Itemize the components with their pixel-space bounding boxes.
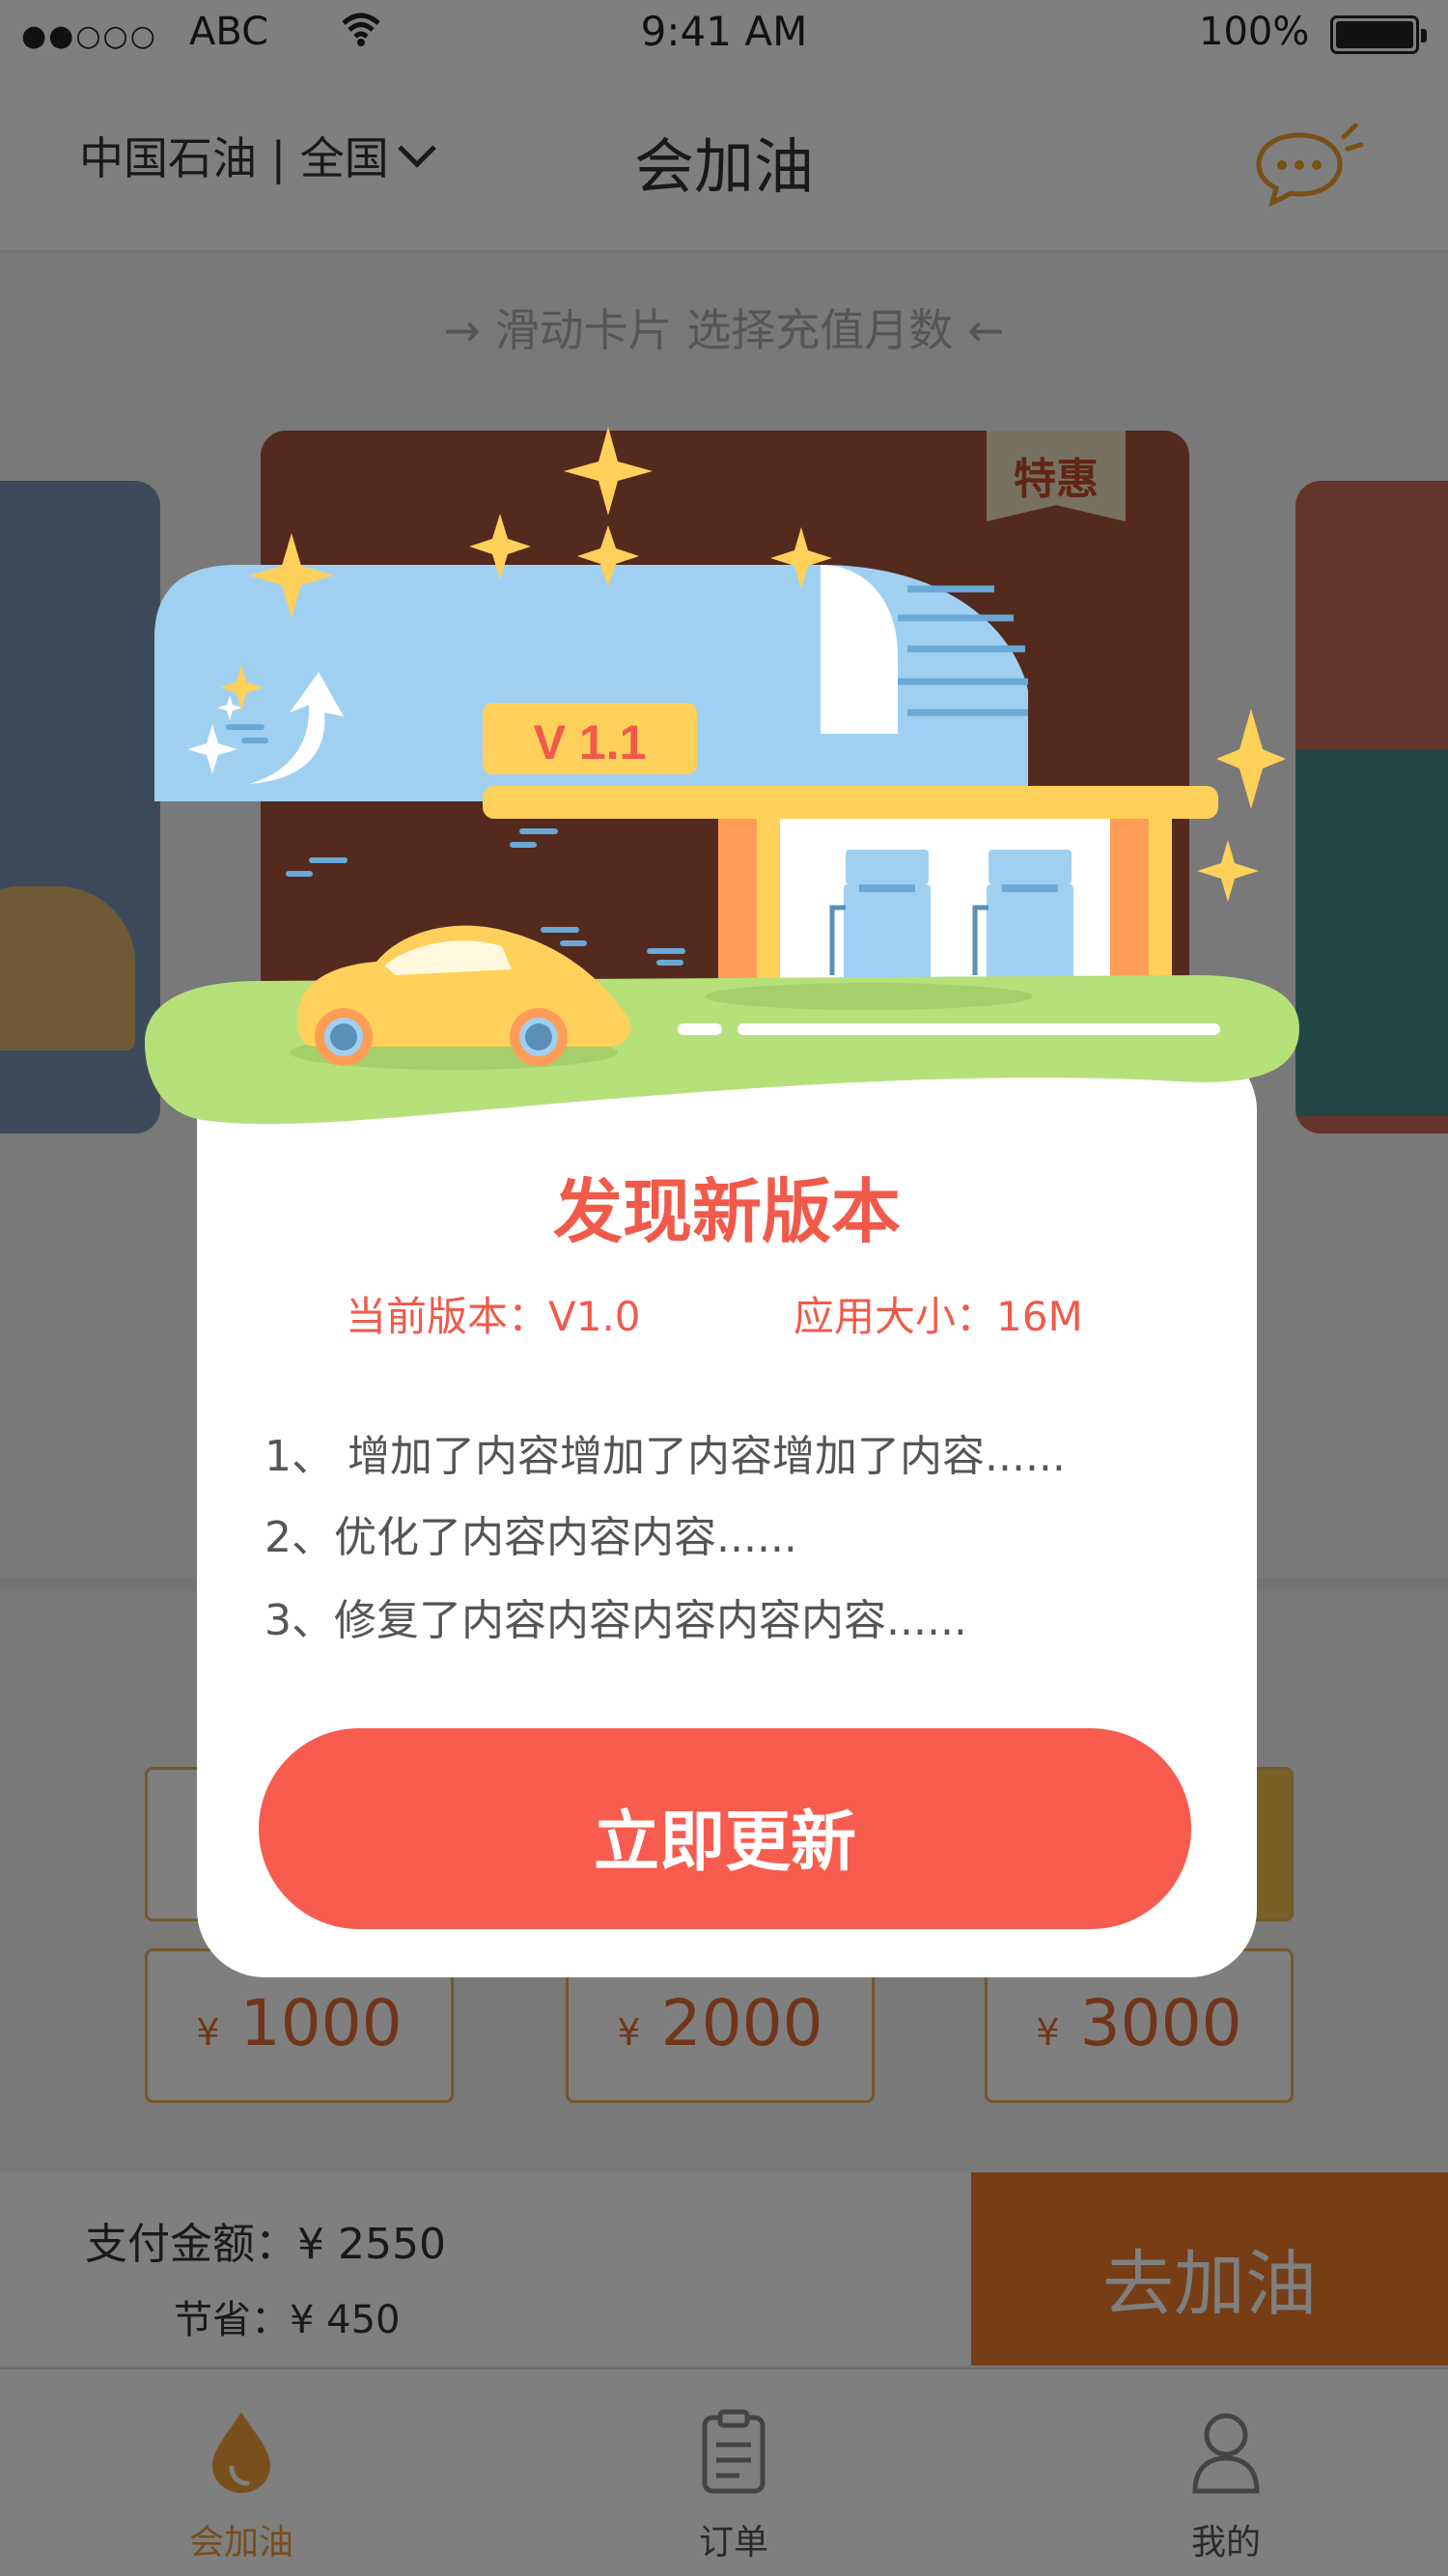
current-version: 当前版本：V1.0	[346, 1293, 641, 1340]
dialog-title: 发现新版本	[552, 1171, 901, 1252]
changelog-item: 2、优化了内容内容内容......	[265, 1513, 797, 1562]
version-badge: V 1.1	[534, 715, 647, 770]
changelog-item: 1、 增加了内容增加了内容增加了内容......	[265, 1432, 1066, 1481]
update-now-label: 立即更新	[593, 1805, 856, 1881]
app-size: 应用大小：16M	[794, 1293, 1083, 1340]
update-now-button[interactable]: 立即更新	[259, 1728, 1191, 1929]
changelog-item: 3、修复了内容内容内容内容内容......	[265, 1596, 967, 1645]
gas-station-illustration: V 1.1	[145, 427, 1299, 1125]
